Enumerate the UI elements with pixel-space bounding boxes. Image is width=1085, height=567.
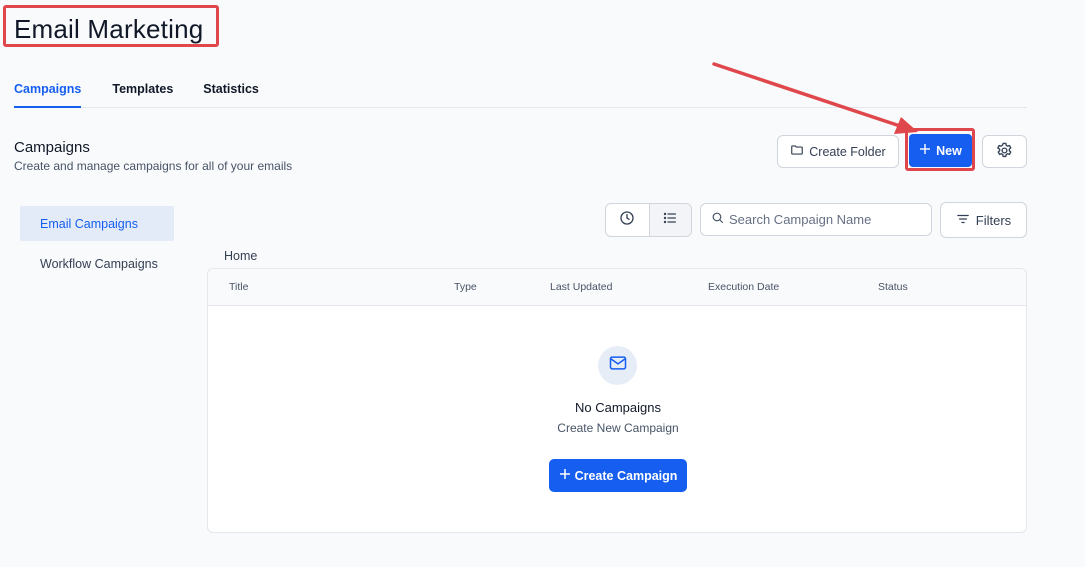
folder-icon [790,143,804,160]
empty-state-title: No Campaigns [575,400,661,415]
page-title: Email Marketing [14,14,204,44]
list-view-button[interactable] [648,204,691,236]
create-campaign-label: Create Campaign [574,468,678,483]
tab-bar: Campaigns Templates Statistics [14,80,1027,108]
create-campaign-button[interactable]: Create Campaign [549,459,687,492]
column-header-last-updated[interactable]: Last Updated [550,281,612,293]
column-header-title[interactable]: Title [229,281,248,293]
filters-label: Filters [975,212,1012,228]
column-header-type[interactable]: Type [454,281,477,293]
history-view-button[interactable] [606,204,649,236]
sidebar-item-email-campaigns[interactable]: Email Campaigns [20,206,174,241]
table-header: Title Type Last Updated Execution Date S… [208,269,1026,306]
create-folder-label: Create Folder [809,144,886,159]
column-header-status[interactable]: Status [878,281,908,293]
search-box [700,203,932,236]
mail-icon [608,353,628,378]
filters-button[interactable]: Filters [940,202,1027,238]
section-title: Campaigns [14,139,90,156]
tab-statistics[interactable]: Statistics [203,80,259,108]
filter-icon [956,212,970,229]
column-header-execution-date[interactable]: Execution Date [708,281,779,293]
search-icon [711,211,724,229]
list-icon [662,210,678,231]
plus-icon [559,468,571,483]
search-input[interactable] [729,212,919,227]
settings-button[interactable] [982,135,1027,168]
campaigns-table: Title Type Last Updated Execution Date S… [207,268,1027,533]
gear-icon [995,141,1014,163]
clock-icon [619,210,635,231]
section-subtitle: Create and manage campaigns for all of y… [14,159,293,173]
view-toggle [605,203,692,237]
empty-state-icon-badge [598,346,637,385]
plus-icon [919,143,931,158]
tab-campaigns[interactable]: Campaigns [14,80,82,108]
new-button[interactable]: New [909,134,972,167]
create-folder-button[interactable]: Create Folder [777,135,899,168]
breadcrumb[interactable]: Home [224,249,257,263]
sidebar-item-workflow-campaigns[interactable]: Workflow Campaigns [20,246,174,281]
tab-templates[interactable]: Templates [112,80,173,108]
new-button-label: New [936,143,962,158]
empty-state-subtitle: Create New Campaign [557,421,679,435]
